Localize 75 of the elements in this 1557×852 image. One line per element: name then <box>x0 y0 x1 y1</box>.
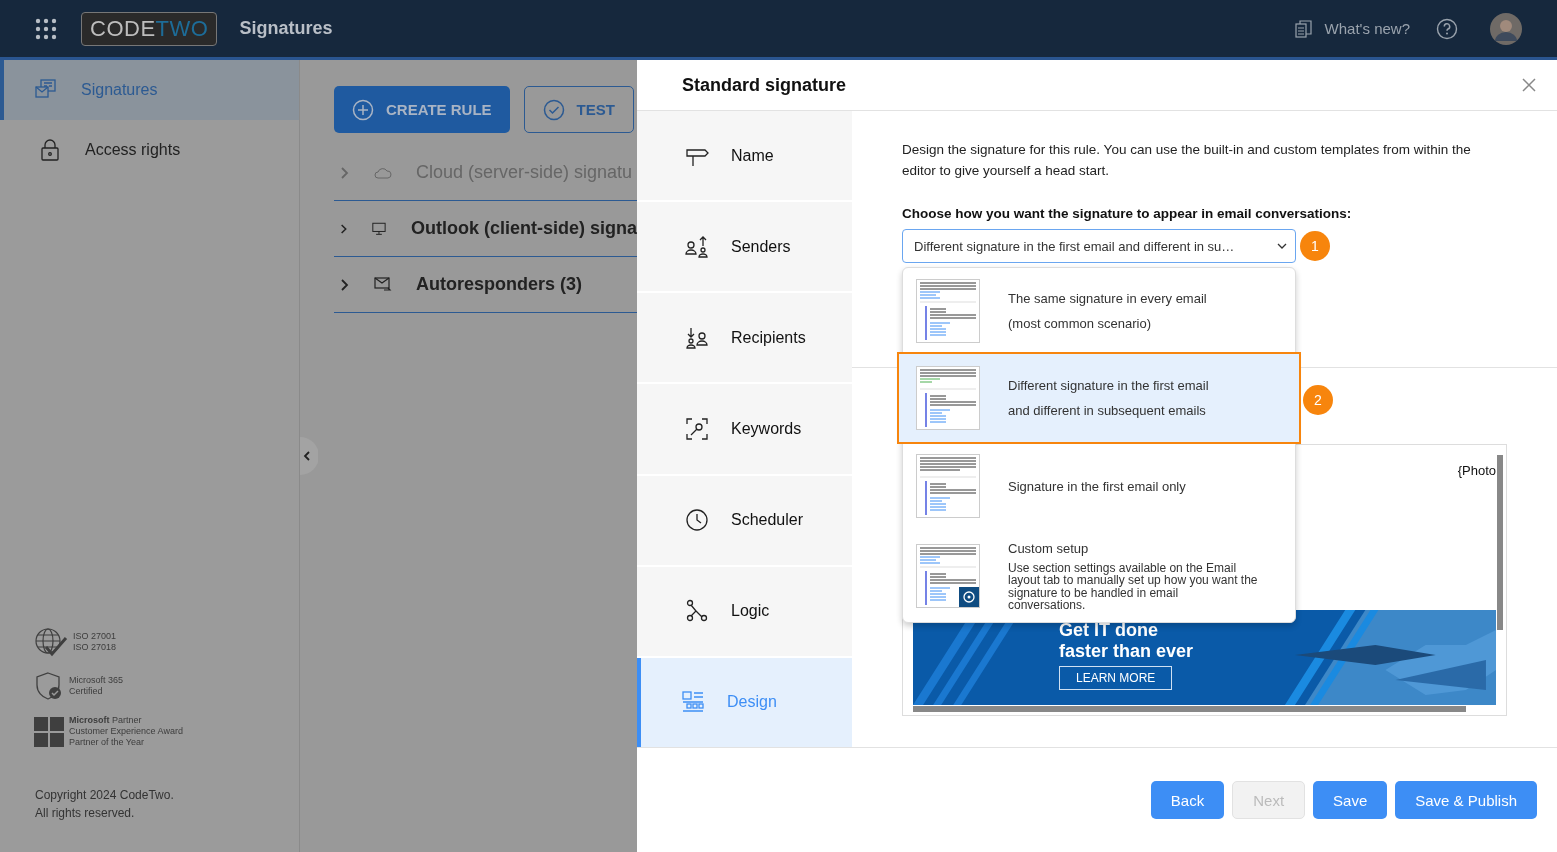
step-tab[interactable]: Keywords <box>637 384 852 474</box>
horizontal-scrollbar[interactable] <box>913 706 1466 712</box>
help-icon[interactable] <box>1436 17 1458 40</box>
sidebar-item[interactable]: Access rights <box>0 120 299 180</box>
people-arrow-down-icon <box>685 325 709 350</box>
copyright-text: All rights reserved. <box>35 805 136 822</box>
step-tab[interactable]: Recipients <box>637 293 852 383</box>
document-icon[interactable] <box>1294 19 1313 38</box>
layout-icon <box>681 690 705 715</box>
key-frame-icon <box>685 417 709 441</box>
avatar[interactable] <box>1490 12 1522 45</box>
globe-check-icon <box>34 627 68 657</box>
chevron-icon <box>340 222 349 235</box>
dropdown-option[interactable]: Custom setup Use section settings available on the Email layout tab to manually set up how you want the signature to be handled in email conversations. <box>903 530 1295 622</box>
footer-button[interactable]: Save & Publish <box>1395 781 1537 819</box>
logo: CODETWO <box>81 11 218 46</box>
option-label: Different signature in the first email <box>1008 378 1209 393</box>
question-label: Choose how you want the signature to appear in email conversations: <box>902 206 1353 221</box>
option-label: Signature in the first email only <box>1008 478 1186 494</box>
step-number-badge: 2 <box>1303 385 1333 415</box>
copyright-text: Copyright 2024 CodeTwo. <box>35 787 175 804</box>
certification-text: Microsoft 365 <box>69 675 124 686</box>
step-tab[interactable]: Logic <box>637 566 852 656</box>
people-arrow-up-icon <box>685 234 709 259</box>
shield-check-icon <box>34 671 64 701</box>
learn-more-button[interactable]: LEARN MORE <box>1059 666 1173 690</box>
envelope-icon <box>374 276 392 293</box>
cloud-icon <box>374 165 392 180</box>
certification-text: Certified <box>69 686 104 697</box>
footer-button[interactable]: Back <box>1150 781 1225 819</box>
app-launcher-icon[interactable] <box>35 17 57 40</box>
option-label: The same signature in every email <box>1008 291 1207 306</box>
windows-logo-icon <box>34 716 64 747</box>
banner-headline: Get IT done <box>1059 620 1158 641</box>
placeholder-text: {Photo <box>1457 463 1496 478</box>
create-rule-button[interactable]: CREATE RULE <box>334 86 510 133</box>
whats-new-link[interactable]: What's new? <box>1324 20 1410 37</box>
collapse-button[interactable] <box>300 437 318 475</box>
caret-icon <box>1277 243 1287 249</box>
signature-layout-icon <box>916 454 980 518</box>
option-label: and different in subsequent emails <box>1008 403 1207 418</box>
app-title: Signatures <box>239 18 333 39</box>
dropdown-option[interactable]: The same signature in every email (most common scenario) <box>903 268 1295 354</box>
signature-layout-icon <box>916 366 980 430</box>
certification-text: ISO 27018 <box>73 642 117 653</box>
monitor-icon <box>372 220 387 237</box>
dropdown-option[interactable]: Signature in the first email only <box>903 442 1295 530</box>
step-number-badge: 1 <box>1300 231 1330 261</box>
description-text: Design the signature for this rule. You can use the built-in and custom templates from within the editor to give yourself a head start. <box>902 141 1472 180</box>
option-label: (most common scenario) <box>1008 316 1153 331</box>
certification-text: ISO 27001 <box>73 631 117 642</box>
option-description: Use section settings available on the Email layout tab to manually set up how you want the signature to be handled in email conversations. <box>1008 561 1258 612</box>
option-label: Custom setup <box>1008 540 1090 556</box>
layout-dropdown[interactable]: Different signature in the first email and different in su… <box>902 229 1296 263</box>
lock-icon <box>39 139 61 161</box>
signature-layout-icon <box>916 279 980 343</box>
chevron-icon <box>340 278 350 291</box>
step-tab[interactable]: Scheduler <box>637 475 852 565</box>
plus-circle-icon <box>352 98 374 121</box>
signature-layout-icon <box>916 544 980 608</box>
clock-icon <box>685 508 709 533</box>
certification-text: Customer Experience Award <box>69 726 183 737</box>
step-tab[interactable]: Senders <box>637 202 852 292</box>
banner-headline: faster than ever <box>1059 641 1194 662</box>
envelope-card-icon <box>35 79 57 101</box>
step-tab[interactable]: Name <box>637 111 852 201</box>
vertical-scrollbar[interactable] <box>1497 455 1503 630</box>
certification-text: Microsoft Partner <box>69 715 143 726</box>
check-circle-icon <box>542 98 565 121</box>
certification-text: Partner of the Year <box>69 737 146 748</box>
panel-title: Standard signature <box>682 74 847 96</box>
nodes-icon <box>685 599 709 624</box>
close-icon[interactable] <box>1521 77 1537 93</box>
footer-button[interactable]: Save <box>1313 781 1388 819</box>
chevron-icon <box>340 166 350 179</box>
